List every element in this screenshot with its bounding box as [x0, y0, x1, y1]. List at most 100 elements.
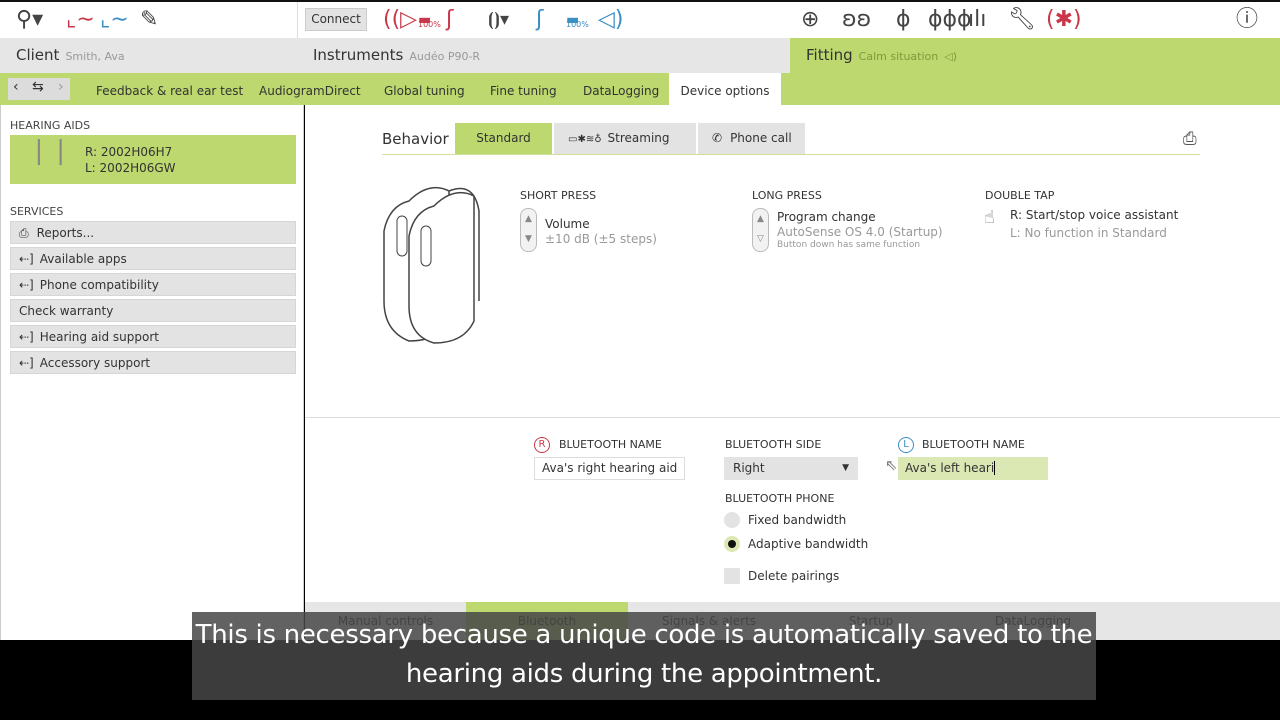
long-press-value: Program change	[777, 210, 876, 224]
client-label: Client	[16, 46, 60, 64]
service-label: Check warranty	[19, 304, 114, 318]
tap-hand-icon: ☝	[984, 207, 995, 228]
behavior-panel: Behavior Standard ▭✱≋♁ Streaming ✆ Phone c…	[305, 105, 1280, 417]
client-name: Smith, Ava	[65, 50, 125, 63]
tab-label: Phone call	[730, 131, 792, 145]
bars-icon[interactable]: ılı	[968, 6, 986, 34]
left-speaker-icon[interactable]: ◁)	[598, 6, 624, 34]
fitting-program: Calm situation	[858, 50, 939, 63]
back-icon[interactable]: ‹	[13, 79, 19, 95]
target-icon[interactable]: ⊕	[801, 6, 819, 34]
right-side-icon: R	[534, 437, 550, 453]
right-bt-name-input[interactable]: Ava's right hearing aid	[534, 457, 685, 480]
behavior-tab-phone-call[interactable]: ✆ Phone call	[698, 123, 805, 154]
service-phone-compatibility[interactable]: ⇠] Phone compatibility	[10, 273, 296, 296]
radio-button-selected	[724, 536, 740, 552]
remote-icon[interactable]: ⦗⦘▾	[488, 6, 509, 34]
fitting-header[interactable]: Fitting Calm situation ◁)	[790, 38, 1280, 105]
audiogram-right-icon[interactable]: ⌞∼	[66, 6, 95, 34]
behavior-label: Behavior	[382, 130, 449, 148]
single-slider-icon[interactable]: ϕ	[896, 6, 911, 34]
tab-label: Streaming	[607, 131, 670, 145]
printer-icon: ⎙	[19, 226, 29, 240]
tab-audiogramdirect[interactable]: AudiogramDirect	[259, 73, 361, 105]
service-reports[interactable]: ⎙ Reports...	[10, 221, 296, 244]
ears-icon[interactable]: ʚʚ	[842, 6, 871, 34]
divider	[382, 154, 1200, 155]
sliders-icon[interactable]: ϕϕϕ	[928, 6, 972, 34]
behavior-tab-streaming[interactable]: ▭✱≋♁ Streaming	[554, 123, 696, 154]
text-cursor	[994, 461, 996, 475]
client-icon[interactable]: ⚲▾	[16, 6, 43, 34]
left-serial: L: 2002H06GW	[85, 161, 176, 175]
print-icon[interactable]: ⎙	[1183, 129, 1197, 149]
mouse-pointer-icon: ⇖	[885, 456, 898, 474]
checkbox	[724, 568, 740, 584]
input-value: Ava's left heari	[905, 461, 995, 475]
info-icon[interactable]: ⓘ	[1236, 6, 1258, 34]
tab-global-tuning[interactable]: Global tuning	[384, 73, 465, 105]
subtitle-line: This is necessary because a unique code …	[195, 620, 1093, 650]
service-hearing-aid-support[interactable]: ⇠] Hearing aid support	[10, 325, 296, 348]
audiogram-left-icon[interactable]: ⌞∼	[100, 6, 129, 34]
video-subtitle: This is necessary because a unique code …	[192, 612, 1096, 700]
instruments-header[interactable]: Instruments Audéo P90-R	[297, 38, 790, 73]
hearing-aids-image: ❘❘	[28, 136, 72, 166]
right-battery-level: 100%	[418, 20, 441, 29]
swap-icon[interactable]: ⇆	[32, 79, 44, 95]
radio-label: Fixed bandwidth	[748, 513, 847, 527]
long-press-title: LONG PRESS	[752, 189, 822, 202]
tab-fine-tuning[interactable]: Fine tuning	[490, 73, 557, 105]
main-tabs: ‹ ⇆ › Feedback & real ear test Audiogram…	[0, 73, 790, 105]
behavior-tab-standard[interactable]: Standard	[455, 123, 552, 154]
services-title: SERVICES	[10, 205, 64, 218]
bt-side-select[interactable]: Right ▼	[724, 457, 858, 480]
service-label: Hearing aid support	[39, 330, 160, 344]
left-battery-level: 100%	[566, 20, 589, 29]
service-label: Available apps	[39, 252, 127, 266]
toolbar: ⚲▾ ⌞∼ ⌞∼ ✎ Connect ((▷ ▬ 100% ʃ ⦗⦘▾ ʃ ▬ …	[0, 0, 1280, 40]
bluetooth-headset-icon[interactable]: (✱)	[1046, 6, 1082, 34]
chevron-down-icon: ▼	[842, 463, 849, 473]
left-hearing-aid-icon[interactable]: ʃ	[536, 6, 543, 34]
service-available-apps[interactable]: ⇠] Available apps	[10, 247, 296, 270]
notes-icon[interactable]: ✎	[140, 6, 158, 34]
speaker-icon: ◁)	[944, 50, 958, 63]
rocker-button-icon: ▲ ▽	[752, 208, 769, 252]
nav-buttons: ‹ ⇆ ›	[8, 78, 70, 100]
external-link-icon: ⇠]	[19, 278, 34, 292]
forward-icon[interactable]: ›	[58, 79, 64, 95]
radio-label: Adaptive bandwidth	[748, 537, 869, 551]
external-link-icon: ⇠]	[19, 252, 34, 266]
tab-datalogging[interactable]: DataLogging	[583, 73, 659, 105]
right-bt-name-label: BLUETOOTH NAME	[559, 438, 662, 451]
external-link-icon: ⇠]	[19, 330, 34, 344]
left-bt-name-label: BLUETOOTH NAME	[922, 438, 1025, 451]
wrench-icon[interactable]: 🔧︎	[1008, 6, 1036, 34]
right-hearing-aid-icon[interactable]: ʃ	[446, 6, 453, 34]
double-tap-title: DOUBLE TAP	[985, 189, 1055, 202]
hearing-aids-card[interactable]: ❘❘ R: 2002H06H7 L: 2002H06GW	[10, 135, 296, 184]
connect-button[interactable]: Connect	[305, 8, 367, 31]
service-label: Phone compatibility	[39, 278, 159, 292]
tab-device-options[interactable]: Device options	[669, 73, 781, 105]
left-bt-name-input[interactable]: Ava's left heari	[898, 457, 1048, 480]
radio-button	[724, 512, 740, 528]
checkbox-label: Delete pairings	[748, 569, 840, 583]
double-tap-left: L: No function in Standard	[1010, 226, 1167, 240]
fitting-label: Fitting	[806, 46, 853, 64]
hearing-aids-title: HEARING AIDS	[10, 119, 91, 132]
divider	[297, 2, 298, 40]
rocker-button-icon: ▲ ▼	[520, 208, 537, 252]
short-press-value: Volume	[545, 217, 590, 231]
service-check-warranty[interactable]: Check warranty	[10, 299, 296, 322]
right-speaker-icon[interactable]: ((▷	[383, 6, 417, 34]
service-label: Accessory support	[39, 356, 151, 370]
double-tap-right: R: Start/stop voice assistant	[1010, 208, 1179, 222]
tab-feedback[interactable]: Feedback & real ear test	[96, 73, 243, 105]
left-panel: HEARING AIDS ❘❘ R: 2002H06H7 L: 2002H06G…	[0, 105, 304, 640]
service-label: Reports...	[36, 226, 95, 240]
external-link-icon: ⇠]	[19, 356, 34, 370]
client-header[interactable]: Client Smith, Ava	[0, 38, 297, 73]
service-accessory-support[interactable]: ⇠] Accessory support	[10, 351, 296, 374]
